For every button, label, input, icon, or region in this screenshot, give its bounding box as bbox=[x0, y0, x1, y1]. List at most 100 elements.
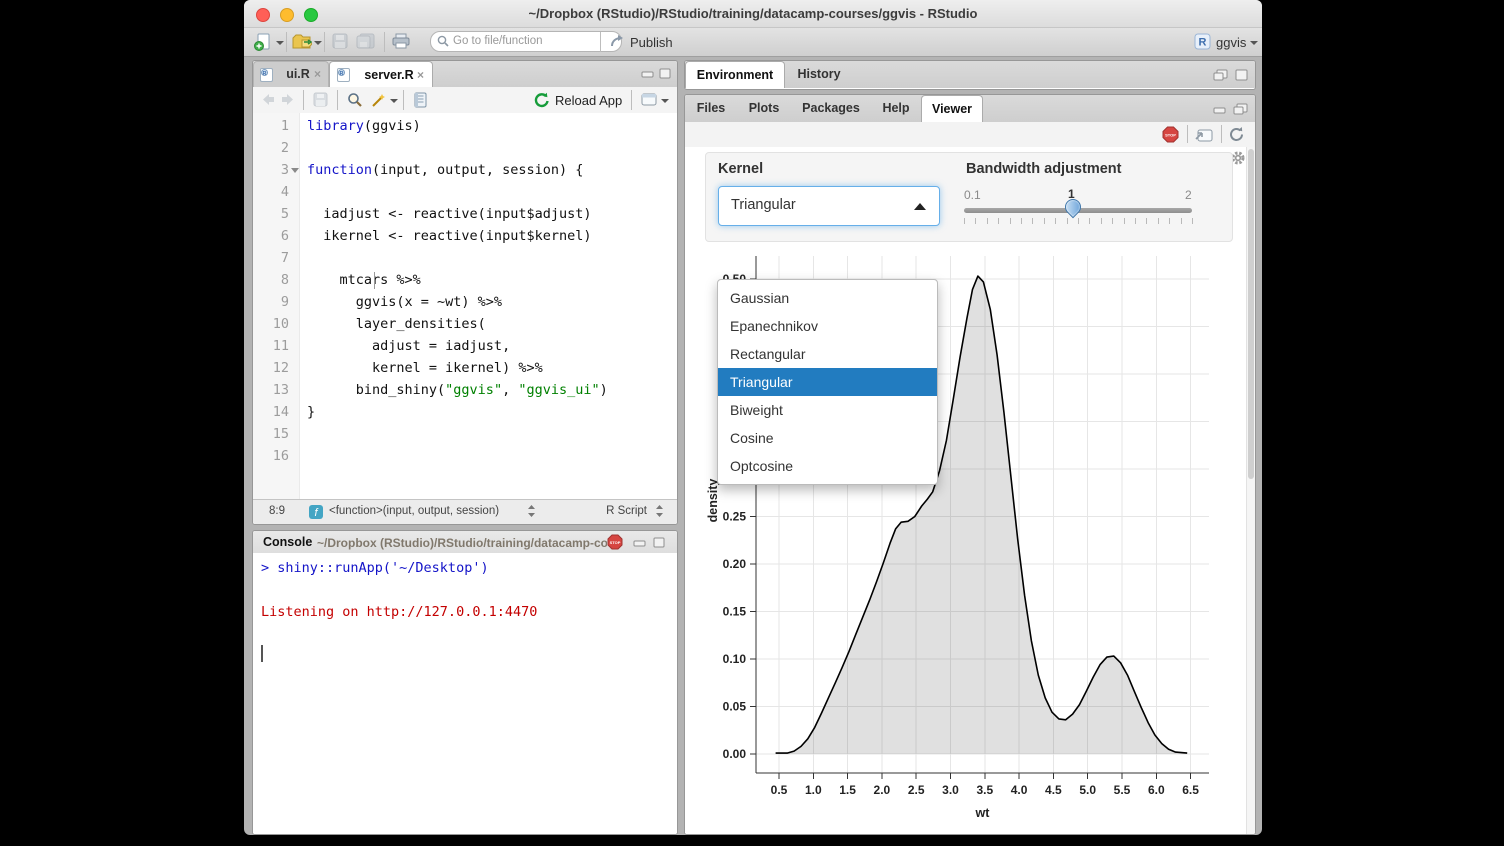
tab-viewer[interactable]: Viewer bbox=[921, 95, 983, 122]
kernel-option-biweight[interactable]: Biweight bbox=[718, 396, 937, 424]
code-line[interactable]: 3function(input, output, session) { bbox=[253, 159, 677, 181]
code-line[interactable]: 1library(ggvis) bbox=[253, 115, 677, 137]
tab-plots[interactable]: Plots bbox=[737, 95, 791, 122]
viewer-toolbar: STOP bbox=[685, 122, 1255, 148]
svg-text:wt: wt bbox=[975, 806, 991, 820]
code-line[interactable]: 10 layer_densities( bbox=[253, 313, 677, 335]
tab-server-r[interactable]: R server.R × bbox=[329, 61, 433, 87]
reload-app-icon[interactable] bbox=[534, 92, 550, 108]
maximize-pane-icon[interactable] bbox=[653, 537, 666, 548]
back-icon[interactable] bbox=[261, 93, 275, 106]
fold-icon[interactable] bbox=[291, 168, 299, 173]
function-scope-selector[interactable]: <function>(input, output, session) bbox=[329, 505, 499, 517]
tab-label: Files bbox=[697, 101, 726, 115]
filetype-updown-icon bbox=[656, 505, 663, 517]
minimize-pane-icon[interactable] bbox=[641, 68, 655, 79]
save-all-button[interactable] bbox=[356, 33, 375, 49]
tab-ui-r[interactable]: R ui.R × bbox=[253, 61, 329, 87]
restore-panes-icon[interactable] bbox=[1213, 69, 1228, 81]
code-line[interactable]: 11 adjust = iadjust, bbox=[253, 335, 677, 357]
svg-text:4.0: 4.0 bbox=[1011, 783, 1028, 797]
open-file-button[interactable] bbox=[292, 33, 312, 51]
find-icon[interactable] bbox=[347, 92, 363, 108]
forward-icon[interactable] bbox=[281, 93, 295, 106]
code-line[interactable]: 15 bbox=[253, 423, 677, 445]
kernel-option-rectangular[interactable]: Rectangular bbox=[718, 340, 937, 368]
new-file-menu-caret[interactable] bbox=[276, 41, 284, 45]
chevron-up-icon bbox=[914, 203, 926, 210]
refresh-icon[interactable] bbox=[1228, 126, 1245, 143]
restore-panes-icon[interactable] bbox=[1233, 103, 1248, 115]
open-in-new-window-icon[interactable] bbox=[1195, 127, 1213, 142]
tab-label: Viewer bbox=[932, 102, 972, 116]
tab-environment[interactable]: Environment bbox=[685, 61, 785, 88]
project-caret[interactable] bbox=[1250, 41, 1258, 45]
console-cursor bbox=[261, 645, 263, 662]
save-button[interactable] bbox=[332, 33, 348, 49]
console-line bbox=[261, 579, 537, 601]
stop-app-icon[interactable]: STOP bbox=[1162, 126, 1179, 143]
scrollbar-thumb[interactable] bbox=[1248, 149, 1254, 479]
code-tools-caret[interactable] bbox=[390, 99, 398, 103]
svg-text:3.0: 3.0 bbox=[942, 783, 959, 797]
viewer-scrollbar[interactable] bbox=[1246, 147, 1256, 834]
tab-history[interactable]: History bbox=[785, 61, 853, 88]
new-file-button[interactable] bbox=[254, 33, 274, 51]
minimize-pane-icon[interactable] bbox=[633, 537, 647, 548]
code-line[interactable]: 14} bbox=[253, 401, 677, 423]
console-pane: Console ~/Dropbox (RStudio)/RStudio/trai… bbox=[252, 530, 678, 835]
file-type-selector[interactable]: R Script bbox=[606, 505, 647, 517]
code-line[interactable]: 13 bind_shiny("ggvis", "ggvis_ui") bbox=[253, 379, 677, 401]
code-line[interactable]: 8 mtcars %>% bbox=[253, 269, 677, 291]
svg-text:1.0: 1.0 bbox=[805, 783, 822, 797]
code-line[interactable]: 4 bbox=[253, 181, 677, 203]
console-output[interactable]: > shiny::runApp('~/Desktop') Listening o… bbox=[253, 553, 677, 834]
print-button[interactable] bbox=[392, 33, 410, 49]
code-line[interactable]: 16 bbox=[253, 445, 677, 467]
kernel-option-cosine[interactable]: Cosine bbox=[718, 424, 937, 452]
kernel-option-triangular[interactable]: Triangular bbox=[718, 368, 937, 396]
kernel-option-epanechnikov[interactable]: Epanechnikov bbox=[718, 312, 937, 340]
svg-text:0.15: 0.15 bbox=[723, 605, 747, 619]
tab-label: Help bbox=[882, 101, 909, 115]
maximize-pane-icon[interactable] bbox=[1235, 69, 1248, 81]
tab-packages[interactable]: Packages bbox=[791, 95, 871, 122]
kernel-option-optcosine[interactable]: Optcosine bbox=[718, 452, 937, 480]
compile-notebook-icon[interactable] bbox=[413, 92, 428, 108]
console-line: > shiny::runApp('~/Desktop') bbox=[261, 557, 537, 579]
reload-app-label[interactable]: Reload App bbox=[555, 93, 622, 108]
save-icon[interactable] bbox=[313, 92, 328, 107]
code-editor[interactable]: 1library(ggvis)23function(input, output,… bbox=[253, 113, 677, 500]
stop-icon[interactable]: STOP bbox=[607, 534, 623, 550]
code-tools-wand-icon[interactable] bbox=[371, 92, 387, 108]
code-line[interactable]: 12 kernel = ikernel) %>% bbox=[253, 357, 677, 379]
code-line[interactable]: 6 ikernel <- reactive(input$kernel) bbox=[253, 225, 677, 247]
code-line[interactable]: 9 ggvis(x = ~wt) %>% bbox=[253, 291, 677, 313]
publish-button[interactable] bbox=[610, 34, 626, 48]
tab-files[interactable]: Files bbox=[685, 95, 737, 122]
main-toolbar: Go to file/function Publish R ggvis bbox=[244, 28, 1262, 57]
code-line[interactable]: 2 bbox=[253, 137, 677, 159]
close-tab-icon[interactable]: × bbox=[417, 62, 424, 88]
code-line[interactable]: 7 bbox=[253, 247, 677, 269]
code-line[interactable]: 5 iadjust <- reactive(input$adjust) bbox=[253, 203, 677, 225]
source-pane-layout-icon[interactable] bbox=[641, 93, 657, 106]
maximize-pane-icon[interactable] bbox=[659, 68, 672, 79]
publish-label[interactable]: Publish bbox=[630, 35, 673, 50]
function-scope-icon: f bbox=[309, 505, 323, 519]
kernel-select[interactable]: Triangular bbox=[718, 186, 940, 226]
bandwidth-slider-handle[interactable] bbox=[1062, 196, 1085, 219]
goto-file-input[interactable]: Go to file/function bbox=[430, 31, 622, 52]
kernel-option-gaussian[interactable]: Gaussian bbox=[718, 284, 937, 312]
minimize-pane-icon[interactable] bbox=[1213, 104, 1227, 115]
project-selector[interactable]: ggvis bbox=[1216, 35, 1246, 50]
print-icon bbox=[392, 33, 410, 49]
tab-help[interactable]: Help bbox=[871, 95, 921, 122]
shiny-controls-panel: Kernel Triangular Bandwidth adjustment 0… bbox=[705, 152, 1233, 242]
open-recent-caret[interactable] bbox=[314, 41, 322, 45]
layout-caret[interactable] bbox=[661, 99, 669, 103]
kernel-label: Kernel bbox=[718, 161, 763, 177]
tab-label: Environment bbox=[697, 68, 773, 82]
close-tab-icon[interactable]: × bbox=[314, 62, 321, 87]
svg-text:R: R bbox=[1199, 37, 1207, 49]
